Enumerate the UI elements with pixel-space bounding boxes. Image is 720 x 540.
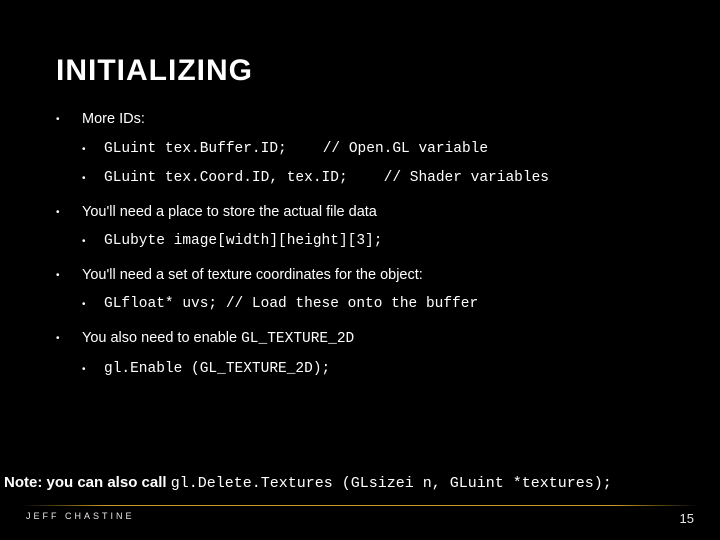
item-text-code: GL_TEXTURE_2D [241, 331, 354, 347]
bullet-icon: • [82, 295, 104, 315]
bullet-icon: • [82, 140, 104, 160]
code-comment: // Open.GL variable [287, 140, 664, 160]
item-text: You'll need a set of texture coordinates… [82, 266, 423, 286]
code-comment: // Shader variables [348, 169, 664, 189]
list-item: • GLuint tex.Buffer.ID; // Open.GL varia… [56, 140, 664, 160]
item-text: You'll need a place to store the actual … [82, 203, 377, 223]
bullet-icon: • [82, 360, 104, 380]
list-item: • gl.Enable (GL_TEXTURE_2D); [56, 360, 664, 380]
list-item: • More IDs: • GLuint tex.Buffer.ID; // O… [56, 110, 664, 189]
item-text: You also need to enable GL_TEXTURE_2D [82, 329, 354, 350]
divider [22, 505, 698, 506]
item-text-prefix: You also need to enable [82, 330, 241, 346]
slide-note: Note: you can also call gl.Delete.Textur… [0, 474, 720, 492]
slide-content: • More IDs: • GLuint tex.Buffer.ID; // O… [56, 110, 664, 379]
footer-author: JEFF CHASTINE [26, 511, 135, 526]
list-item: • GLuint tex.Coord.ID, tex.ID; // Shader… [56, 169, 664, 189]
slide-footer: JEFF CHASTINE 15 [0, 511, 720, 526]
bullet-icon: • [56, 266, 82, 286]
list-item: • You'll need a set of texture coordinat… [56, 266, 664, 315]
slide: INITIALIZING • More IDs: • GLuint tex.Bu… [0, 0, 720, 540]
bullet-list: • More IDs: • GLuint tex.Buffer.ID; // O… [56, 110, 664, 379]
bullet-icon: • [56, 203, 82, 223]
note-code: gl.Delete.Textures (GLsizei n, GLuint *t… [171, 475, 612, 492]
code-text: GLfloat* uvs; // Load these onto the buf… [104, 295, 478, 315]
code-text: GLuint tex.Coord.ID, tex.ID; [104, 169, 348, 189]
item-text: More IDs: [82, 110, 145, 130]
list-item: • You also need to enable GL_TEXTURE_2D … [56, 329, 664, 379]
list-item: • You'll need a place to store the actua… [56, 203, 664, 252]
bullet-icon: • [82, 232, 104, 252]
footer-page-number: 15 [680, 511, 694, 526]
code-text: GLuint tex.Buffer.ID; [104, 140, 287, 160]
note-label: Note: you can also call [4, 474, 171, 491]
list-item: • GLubyte image[width][height][3]; [56, 232, 664, 252]
code-text: GLubyte image[width][height][3]; [104, 232, 382, 252]
bullet-icon: • [56, 329, 82, 350]
bullet-icon: • [56, 110, 82, 130]
bullet-icon: • [82, 169, 104, 189]
list-item: • GLfloat* uvs; // Load these onto the b… [56, 295, 664, 315]
code-text: gl.Enable (GL_TEXTURE_2D); [104, 360, 330, 380]
slide-title: INITIALIZING [56, 54, 664, 88]
